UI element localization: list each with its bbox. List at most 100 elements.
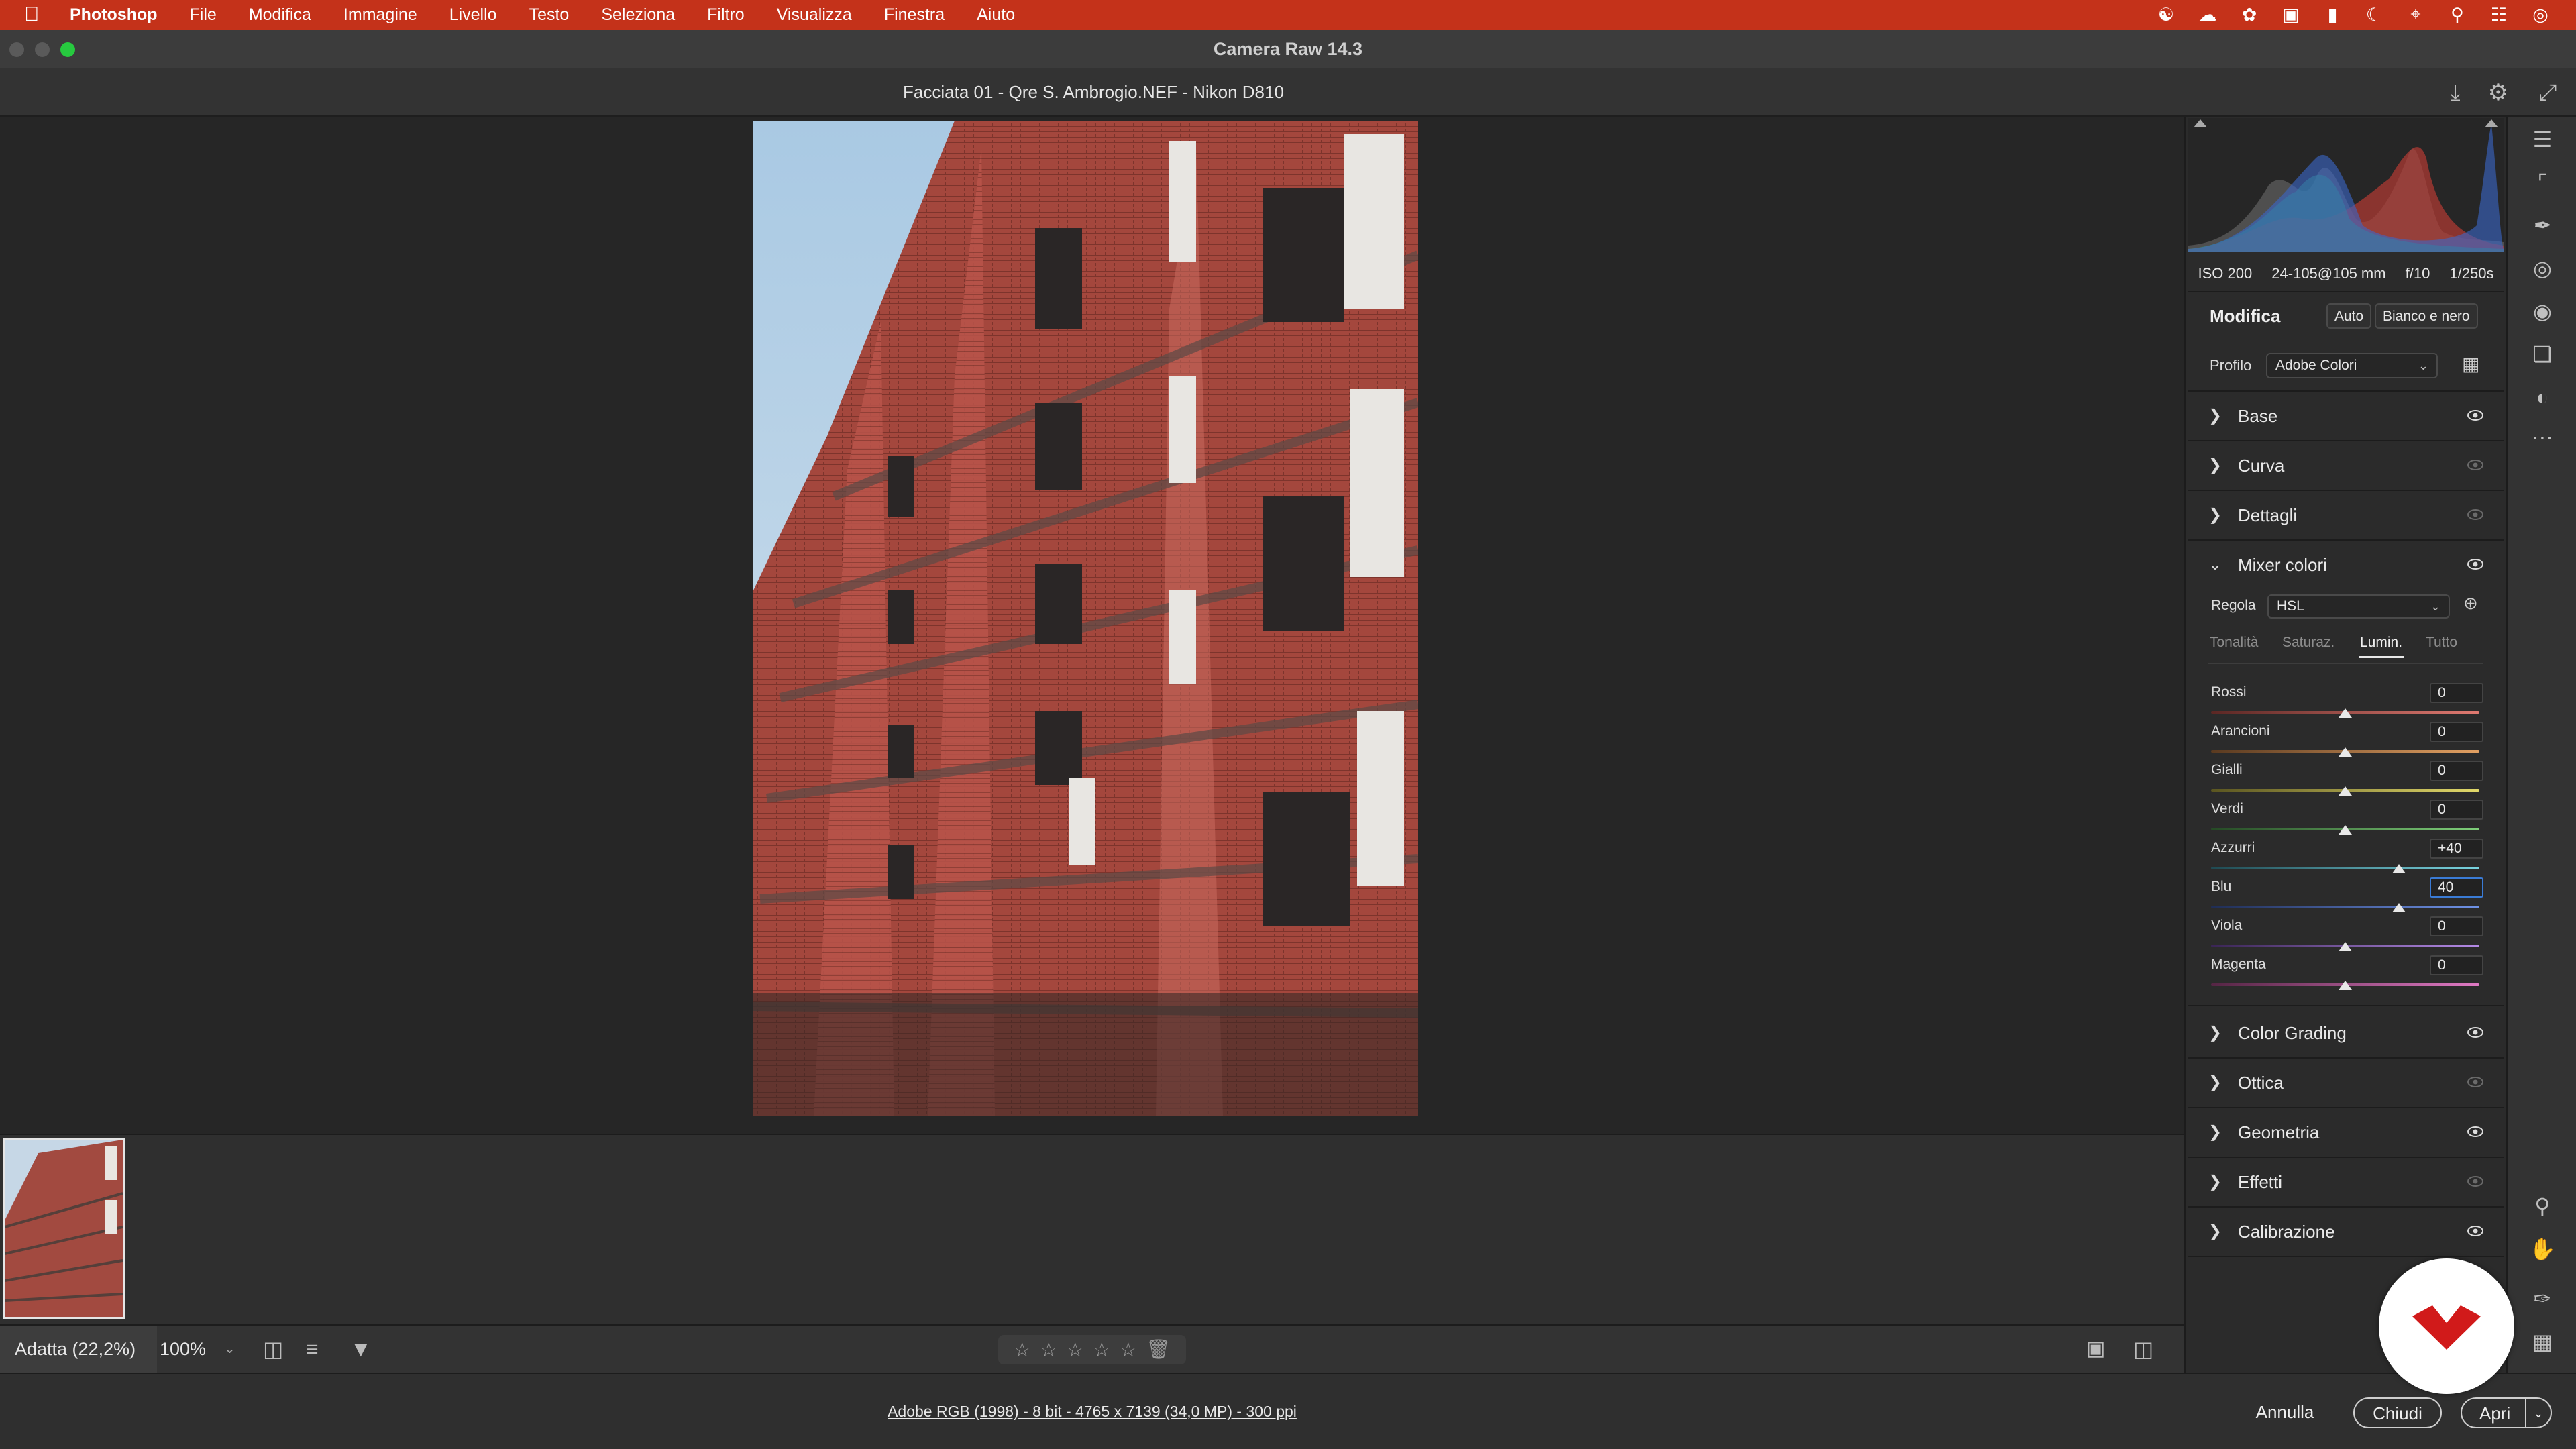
more-options-icon[interactable]: ⋯ [2528,423,2557,452]
crop-icon[interactable]: ⌜ [2528,168,2557,197]
eye-icon[interactable] [2467,1225,2483,1237]
hand-icon[interactable]: ✋ [2528,1234,2557,1264]
slider-value-input[interactable]: 0 [2430,800,2483,820]
menu-immagine[interactable]: Immagine [343,5,417,25]
profile-browser-icon[interactable]: ▦ [2462,353,2479,375]
flower-icon[interactable]: ✿ [2229,5,2270,25]
eye-icon[interactable] [2467,1026,2483,1038]
edit-sliders-icon[interactable]: ☰ [2528,125,2557,154]
trash-icon[interactable]: 🗑 [1146,1338,1171,1361]
preview-image[interactable] [753,121,1418,1116]
cloud-icon[interactable]: ☁ [2187,5,2229,25]
tab-saturazione[interactable]: Saturaz. [2282,629,2334,656]
section-geometria[interactable]: ❯ Geometria [2188,1108,2504,1158]
menu-app[interactable]: Photoshop [70,5,158,25]
wifi-icon[interactable]: ⌖ [2395,4,2436,25]
black-white-button[interactable]: Bianco e nero [2375,303,2478,329]
adjust-select[interactable]: HSL ⌄ [2267,594,2450,619]
close-button[interactable]: Chiudi [2353,1397,2442,1428]
spotlight-search-icon[interactable]: ⚲ [2436,5,2478,25]
minimize-window-button[interactable] [35,42,50,57]
slider-thumb[interactable] [2339,786,2352,796]
red-eye-icon[interactable]: ◉ [2528,297,2557,326]
menu-file[interactable]: File [190,5,217,25]
fullscreen-icon[interactable]: ⤢ [2534,79,2561,106]
eye-icon[interactable] [2467,1175,2483,1187]
eye-icon[interactable] [2467,459,2483,471]
slider-thumb[interactable] [2339,747,2352,757]
healing-brush-icon[interactable]: ✒ [2528,211,2557,240]
star-icon[interactable]: ☆ [1014,1338,1031,1362]
menu-modifica[interactable]: Modifica [249,5,311,25]
moon-icon[interactable]: ☾ [2353,5,2395,25]
section-base[interactable]: ❯ Base [2188,392,2504,441]
menu-livello[interactable]: Livello [449,5,497,25]
slider-value-input[interactable]: 0 [2430,683,2483,703]
slider-value-input[interactable]: 0 [2430,761,2483,781]
before-after-icon[interactable]: ◫ [2133,1326,2153,1373]
slider-track[interactable] [2211,906,2479,908]
eye-icon[interactable] [2467,1126,2483,1138]
star-icon[interactable]: ☆ [1067,1338,1084,1362]
filmstrip-options-icon[interactable]: ◫ [263,1326,283,1373]
slider-value-input[interactable]: 0 [2430,916,2483,936]
menu-filtro[interactable]: Filtro [707,5,745,25]
menu-testo[interactable]: Testo [529,5,570,25]
filter-icon[interactable]: ▼ [350,1326,372,1373]
tab-tutto[interactable]: Tutto [2426,629,2457,656]
zoom-level-select[interactable]: 100% [160,1326,206,1373]
tab-tonalita[interactable]: Tonalità [2210,629,2258,656]
slider-value-input[interactable]: +40 [2430,839,2483,859]
eye-icon[interactable] [2467,409,2483,421]
save-image-icon[interactable]: ⤓ [2442,79,2469,106]
zoom-window-button[interactable] [60,42,75,57]
slider-thumb[interactable] [2392,864,2406,873]
menu-finestra[interactable]: Finestra [884,5,945,25]
creative-cloud-icon[interactable]: ☯ [2145,5,2187,25]
siri-icon[interactable]: ◎ [2520,5,2561,25]
grid-icon[interactable]: ▦ [2528,1327,2557,1356]
mask-icon[interactable]: ◎ [2528,254,2557,283]
chevron-down-icon[interactable]: ⌄ [224,1326,235,1373]
control-center-icon[interactable]: ☷ [2478,5,2520,25]
section-color-grading[interactable]: ❯ Color Grading [2188,1009,2504,1059]
section-calibrazione[interactable]: ❯ Calibrazione [2188,1208,2504,1257]
eye-icon[interactable] [2467,1076,2483,1088]
chevron-down-icon[interactable]: ⌄ [2525,1399,2551,1427]
profile-select[interactable]: Adobe Colori ⌄ [2266,353,2438,378]
section-dettagli[interactable]: ❯ Dettagli [2188,491,2504,541]
snapshots-icon[interactable]: ❏ [2528,339,2557,369]
screen-share-icon[interactable]: ▣ [2270,5,2312,25]
slider-thumb[interactable] [2339,825,2352,835]
color-sampler-icon[interactable]: ✑ [2528,1284,2557,1313]
menu-seleziona[interactable]: Seleziona [601,5,675,25]
workflow-options-link[interactable]: Adobe RGB (1998) - 8 bit - 4765 x 7139 (… [0,1374,2184,1449]
slider-thumb[interactable] [2339,981,2352,990]
slider-value-input[interactable]: 0 [2430,722,2483,742]
section-ottica[interactable]: ❯ Ottica [2188,1059,2504,1108]
auto-button[interactable]: Auto [2326,303,2372,329]
gear-icon[interactable]: ⚙ [2485,79,2512,106]
star-icon[interactable]: ☆ [1093,1338,1110,1362]
star-icon[interactable]: ☆ [1040,1338,1057,1362]
section-curva[interactable]: ❯ Curva [2188,441,2504,491]
menu-visualizza[interactable]: Visualizza [777,5,852,25]
slider-value-input[interactable]: 0 [2430,955,2483,975]
section-mixer-colori[interactable]: ⌄ Mixer colori [2188,541,2504,589]
eye-icon[interactable] [2467,558,2483,570]
slider-value-input[interactable]: 40 [2430,877,2483,898]
italian-flag-icon[interactable]: ▮ [2312,5,2353,25]
open-button[interactable]: Apri ⌄ [2461,1397,2552,1428]
apple-icon[interactable]:  [24,3,58,26]
eye-icon[interactable] [2467,508,2483,521]
presets-icon[interactable]: ◐ [2528,382,2557,412]
sort-icon[interactable]: ≡ [306,1326,319,1373]
slider-thumb[interactable] [2392,903,2406,912]
menu-aiuto[interactable]: Aiuto [977,5,1015,25]
targeted-adjustment-icon[interactable]: ⊕ [2463,593,2478,614]
fit-zoom-button[interactable]: Adatta (22,2%) [0,1326,157,1375]
close-window-button[interactable] [9,42,24,57]
slider-thumb[interactable] [2339,942,2352,951]
single-view-icon[interactable]: ▣ [2086,1326,2105,1373]
filmstrip-thumbnail[interactable] [3,1138,125,1319]
